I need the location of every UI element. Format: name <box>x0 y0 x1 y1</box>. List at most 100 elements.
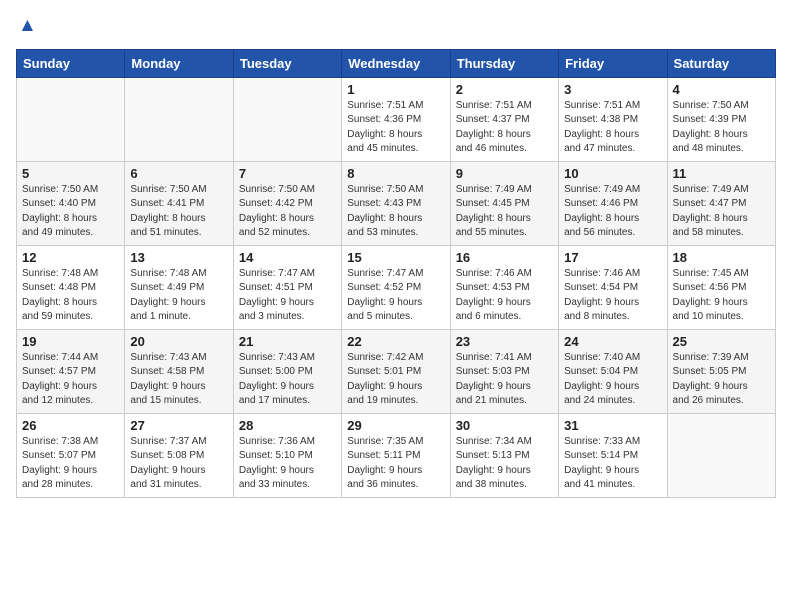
day-info: Sunrise: 7:50 AM Sunset: 4:42 PM Dayligh… <box>239 183 336 241</box>
day-number: 8 <box>347 166 444 181</box>
day-info: Sunrise: 7:46 AM Sunset: 4:54 PM Dayligh… <box>564 267 661 325</box>
calendar-cell: 12Sunrise: 7:48 AM Sunset: 4:48 PM Dayli… <box>17 245 125 329</box>
day-header-tuesday: Tuesday <box>233 49 341 77</box>
day-info: Sunrise: 7:50 AM Sunset: 4:43 PM Dayligh… <box>347 183 444 241</box>
calendar-cell: 6 Sunrise: 7:50 AM Sunset: 4:41 PM Daylig… <box>125 161 233 245</box>
calendar-cell: 25 Sunrise: 7:39 AM Sunset: 5:05 PM Dayli… <box>667 329 775 413</box>
calendar-cell <box>233 77 341 161</box>
day-number: 11 <box>673 166 770 181</box>
day-info: Sunrise: 7:46 AM Sunset: 4:53 PM Dayligh… <box>456 267 553 325</box>
calendar-cell: 7 Sunrise: 7:50 AM Sunset: 4:42 PM Daylig… <box>233 161 341 245</box>
calendar-cell <box>667 413 775 497</box>
calendar-cell: 19 Sunrise: 7:44 AM Sunset: 4:57 PM Dayli… <box>17 329 125 413</box>
calendar-cell: 11Sunrise: 7:49 AM Sunset: 4:47 PM Dayli… <box>667 161 775 245</box>
calendar-cell: 28 Sunrise: 7:36 AM Sunset: 5:10 PM Dayli… <box>233 413 341 497</box>
day-number: 25 <box>673 334 770 349</box>
day-header-monday: Monday <box>125 49 233 77</box>
day-number: 7 <box>239 166 336 181</box>
day-info: Sunrise: 7:43 AM Sunset: 5:00 PM Dayligh… <box>239 351 336 409</box>
day-info: Sunrise: 7:34 AM Sunset: 5:13 PM Dayligh… <box>456 435 553 493</box>
day-info: Sunrise: 7:37 AM Sunset: 5:08 PM Dayligh… <box>130 435 227 493</box>
calendar-cell: 27 Sunrise: 7:37 AM Sunset: 5:08 PM Dayli… <box>125 413 233 497</box>
calendar-cell: 9 Sunrise: 7:49 AM Sunset: 4:45 PM Daylig… <box>450 161 558 245</box>
day-number: 17 <box>564 250 661 265</box>
day-number: 31 <box>564 418 661 433</box>
calendar-table: SundayMondayTuesdayWednesdayThursdayFrid… <box>16 49 776 498</box>
day-info: Sunrise: 7:33 AM Sunset: 5:14 PM Dayligh… <box>564 435 661 493</box>
day-info: Sunrise: 7:47 AM Sunset: 4:52 PM Dayligh… <box>347 267 444 325</box>
day-number: 28 <box>239 418 336 433</box>
day-info: Sunrise: 7:39 AM Sunset: 5:05 PM Dayligh… <box>673 351 770 409</box>
day-info: Sunrise: 7:45 AM Sunset: 4:56 PM Dayligh… <box>673 267 770 325</box>
week-row-3: 12Sunrise: 7:48 AM Sunset: 4:48 PM Dayli… <box>17 245 776 329</box>
calendar-cell: 22Sunrise: 7:42 AM Sunset: 5:01 PM Dayli… <box>342 329 450 413</box>
day-number: 2 <box>456 82 553 97</box>
calendar-cell <box>125 77 233 161</box>
day-info: Sunrise: 7:35 AM Sunset: 5:11 PM Dayligh… <box>347 435 444 493</box>
calendar-cell: 3 Sunrise: 7:51 AM Sunset: 4:38 PM Daylig… <box>559 77 667 161</box>
day-number: 6 <box>130 166 227 181</box>
calendar-cell: 23Sunrise: 7:41 AM Sunset: 5:03 PM Dayli… <box>450 329 558 413</box>
day-number: 14 <box>239 250 336 265</box>
day-number: 13 <box>130 250 227 265</box>
day-number: 5 <box>22 166 119 181</box>
calendar-cell: 14 Sunrise: 7:47 AM Sunset: 4:51 PM Dayli… <box>233 245 341 329</box>
calendar-cell: 13 Sunrise: 7:48 AM Sunset: 4:49 PM Dayli… <box>125 245 233 329</box>
day-number: 24 <box>564 334 661 349</box>
day-info: Sunrise: 7:50 AM Sunset: 4:41 PM Dayligh… <box>130 183 227 241</box>
calendar-cell: 24 Sunrise: 7:40 AM Sunset: 5:04 PM Dayli… <box>559 329 667 413</box>
day-number: 18 <box>673 250 770 265</box>
day-number: 3 <box>564 82 661 97</box>
calendar-cell: 1Sunrise: 7:51 AM Sunset: 4:36 PM Daylig… <box>342 77 450 161</box>
day-number: 21 <box>239 334 336 349</box>
day-info: Sunrise: 7:40 AM Sunset: 5:04 PM Dayligh… <box>564 351 661 409</box>
day-number: 20 <box>130 334 227 349</box>
day-info: Sunrise: 7:50 AM Sunset: 4:39 PM Dayligh… <box>673 99 770 157</box>
calendar-cell: 17 Sunrise: 7:46 AM Sunset: 4:54 PM Dayli… <box>559 245 667 329</box>
week-row-4: 19 Sunrise: 7:44 AM Sunset: 4:57 PM Dayli… <box>17 329 776 413</box>
day-header-wednesday: Wednesday <box>342 49 450 77</box>
day-number: 26 <box>22 418 119 433</box>
calendar-cell: 30 Sunrise: 7:34 AM Sunset: 5:13 PM Dayli… <box>450 413 558 497</box>
day-number: 27 <box>130 418 227 433</box>
calendar-cell: 8 Sunrise: 7:50 AM Sunset: 4:43 PM Daylig… <box>342 161 450 245</box>
day-info: Sunrise: 7:48 AM Sunset: 4:49 PM Dayligh… <box>130 267 227 325</box>
day-number: 19 <box>22 334 119 349</box>
calendar-cell: 4 Sunrise: 7:50 AM Sunset: 4:39 PM Daylig… <box>667 77 775 161</box>
calendar-cell: 18 Sunrise: 7:45 AM Sunset: 4:56 PM Dayli… <box>667 245 775 329</box>
calendar-cell: 5Sunrise: 7:50 AM Sunset: 4:40 PM Daylig… <box>17 161 125 245</box>
calendar-cell: 26 Sunrise: 7:38 AM Sunset: 5:07 PM Dayli… <box>17 413 125 497</box>
day-number: 16 <box>456 250 553 265</box>
day-header-thursday: Thursday <box>450 49 558 77</box>
calendar-cell: 15 Sunrise: 7:47 AM Sunset: 4:52 PM Dayli… <box>342 245 450 329</box>
day-number: 15 <box>347 250 444 265</box>
day-number: 4 <box>673 82 770 97</box>
day-number: 23 <box>456 334 553 349</box>
day-number: 9 <box>456 166 553 181</box>
day-info: Sunrise: 7:44 AM Sunset: 4:57 PM Dayligh… <box>22 351 119 409</box>
day-info: Sunrise: 7:47 AM Sunset: 4:51 PM Dayligh… <box>239 267 336 325</box>
day-info: Sunrise: 7:49 AM Sunset: 4:45 PM Dayligh… <box>456 183 553 241</box>
calendar-cell: 29Sunrise: 7:35 AM Sunset: 5:11 PM Dayli… <box>342 413 450 497</box>
day-info: Sunrise: 7:38 AM Sunset: 5:07 PM Dayligh… <box>22 435 119 493</box>
logo: ▲ <box>16 16 37 37</box>
days-header-row: SundayMondayTuesdayWednesdayThursdayFrid… <box>17 49 776 77</box>
day-info: Sunrise: 7:48 AM Sunset: 4:48 PM Dayligh… <box>22 267 119 325</box>
calendar-cell: 21 Sunrise: 7:43 AM Sunset: 5:00 PM Dayli… <box>233 329 341 413</box>
day-info: Sunrise: 7:51 AM Sunset: 4:38 PM Dayligh… <box>564 99 661 157</box>
calendar-cell: 20 Sunrise: 7:43 AM Sunset: 4:58 PM Dayli… <box>125 329 233 413</box>
day-info: Sunrise: 7:51 AM Sunset: 4:37 PM Dayligh… <box>456 99 553 157</box>
day-number: 1 <box>347 82 444 97</box>
day-info: Sunrise: 7:42 AM Sunset: 5:01 PM Dayligh… <box>347 351 444 409</box>
day-header-friday: Friday <box>559 49 667 77</box>
calendar-cell: 10Sunrise: 7:49 AM Sunset: 4:46 PM Dayli… <box>559 161 667 245</box>
week-row-5: 26 Sunrise: 7:38 AM Sunset: 5:07 PM Dayli… <box>17 413 776 497</box>
day-number: 30 <box>456 418 553 433</box>
day-info: Sunrise: 7:36 AM Sunset: 5:10 PM Dayligh… <box>239 435 336 493</box>
calendar-cell: 31 Sunrise: 7:33 AM Sunset: 5:14 PM Dayli… <box>559 413 667 497</box>
calendar-cell <box>17 77 125 161</box>
week-row-1: 1Sunrise: 7:51 AM Sunset: 4:36 PM Daylig… <box>17 77 776 161</box>
day-info: Sunrise: 7:43 AM Sunset: 4:58 PM Dayligh… <box>130 351 227 409</box>
logo-general: ▲ <box>16 16 37 37</box>
day-info: Sunrise: 7:49 AM Sunset: 4:46 PM Dayligh… <box>564 183 661 241</box>
